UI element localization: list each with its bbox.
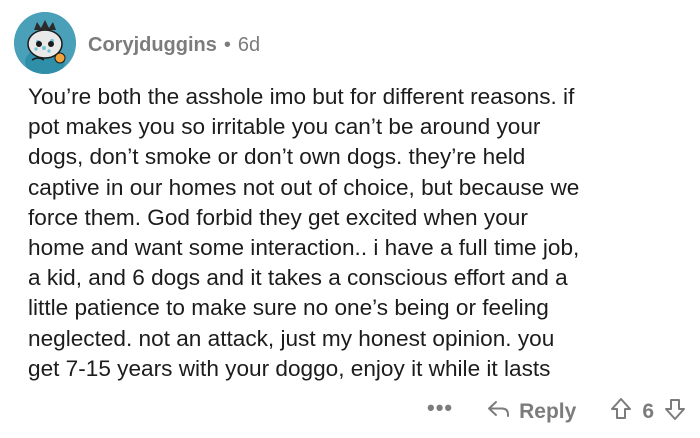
- downvote-arrow-icon[interactable]: [664, 397, 686, 427]
- comment-body-line: neglected. not an attack, just my honest…: [28, 325, 555, 351]
- username-link[interactable]: Coryjduggins: [88, 34, 217, 57]
- reply-button[interactable]: Reply: [487, 399, 576, 425]
- comment-body-line: home and want some interaction.. i have …: [28, 235, 580, 261]
- vote-control: 6: [610, 397, 686, 427]
- comment-actions: ••• Reply 6: [427, 394, 686, 430]
- comment-body: You’re both the asshole imo but for diff…: [28, 82, 696, 384]
- reply-arrow-icon: [487, 399, 519, 425]
- comment-body-line: get 7-15 years with your doggo, enjoy it…: [28, 355, 551, 381]
- more-options-button[interactable]: •••: [427, 397, 453, 419]
- user-avatar[interactable]: [14, 12, 76, 74]
- comment-body-line: dogs, don’t smoke or don’t own dogs. the…: [28, 144, 526, 170]
- comment: Coryjduggins • 6d You’re both the asshol…: [0, 0, 700, 438]
- vote-count: 6: [642, 400, 654, 423]
- comment-meta: Coryjduggins • 6d: [88, 34, 260, 57]
- reply-label: Reply: [519, 400, 577, 423]
- meta-separator: •: [223, 33, 231, 56]
- comment-body-line: a kid, and 6 dogs and it takes a conscio…: [28, 265, 568, 291]
- comment-age: 6d: [237, 33, 261, 56]
- comment-body-line: captive in our homes not out of choice, …: [28, 174, 580, 200]
- comment-body-line: force them. God forbid they get excited …: [28, 204, 528, 230]
- upvote-arrow-icon[interactable]: [610, 397, 632, 427]
- comment-body-line: pot makes you so irritable you can’t be …: [28, 114, 541, 140]
- comment-body-line: You’re both the asshole imo but for diff…: [28, 84, 575, 109]
- comment-header: Coryjduggins • 6d: [14, 12, 260, 74]
- snoo-avatar-icon: [14, 12, 76, 74]
- comment-body-line: little patience to make sure no one’s be…: [28, 295, 549, 321]
